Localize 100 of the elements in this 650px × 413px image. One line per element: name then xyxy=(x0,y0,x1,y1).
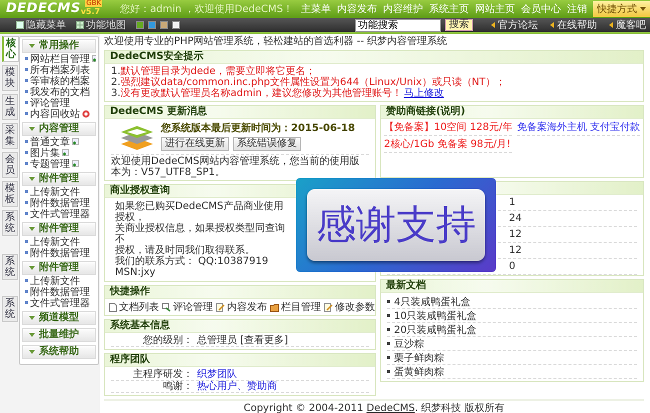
quick-link[interactable]: 栏目管理 xyxy=(270,300,321,314)
menu-item[interactable]: 所有档案列表 xyxy=(30,62,90,76)
add-icon[interactable] xyxy=(72,160,79,167)
greeting-text: 您好：admin ，欢迎使用DedeCMS！ xyxy=(120,2,293,16)
menu-group-header[interactable]: 附件管理 xyxy=(22,261,96,275)
quick-link[interactable]: 修改参数 xyxy=(324,300,375,314)
field-label: 鸣谢： xyxy=(162,381,193,392)
sidebar-tab[interactable]: 核心 xyxy=(2,36,19,62)
sidebar-tab[interactable]: 系统 xyxy=(2,254,18,280)
document-link[interactable]: 豆沙粽 xyxy=(394,336,424,350)
menu-item[interactable]: 上传新文件 xyxy=(30,234,80,248)
update-button[interactable]: 进行在线更新 xyxy=(161,137,229,151)
update-button[interactable]: 系统错误修复 xyxy=(233,137,301,151)
bullet-icon xyxy=(25,190,28,193)
document-link[interactable]: 蛋黄鲜肉粽 xyxy=(394,364,444,378)
edit-icon xyxy=(216,302,225,312)
search-field[interactable]: 功能搜索 xyxy=(355,18,441,32)
license-text: 如果您已购买DedeCMS产品商业使用授权， xyxy=(115,201,284,223)
bullet-icon xyxy=(25,101,28,104)
shortcut-dropdown[interactable]: 快捷方式 xyxy=(593,1,650,17)
security-tip: 2.强烈建议data/common.inc.php文件属性设置为644（Linux/Unix）或只读（NT）； xyxy=(111,77,506,88)
triangle-icon xyxy=(491,22,495,28)
security-tip: 3.没有更改默认管理员名称admin，建议您修改为其他管理账号！ 马上修改 xyxy=(111,88,445,99)
menu-group-header[interactable]: 内容管理 xyxy=(22,122,96,136)
team-link[interactable]: 热心用户、赞助商 xyxy=(197,381,277,392)
triangle-icon xyxy=(550,22,554,28)
bullet-icon xyxy=(25,140,28,143)
menu-item[interactable]: 图片集 xyxy=(30,146,60,160)
menu-group-header[interactable]: 附件管理 xyxy=(22,222,96,236)
bullet-icon xyxy=(25,201,28,204)
sidebar-tab[interactable]: 系统 xyxy=(2,210,18,236)
document-link[interactable]: 栗子鲜肉粽 xyxy=(394,350,444,364)
fix-link[interactable]: 马上修改 xyxy=(404,88,444,99)
theme-swatch[interactable] xyxy=(172,21,180,29)
theme-swatch[interactable] xyxy=(136,21,144,29)
theme-swatch[interactable] xyxy=(148,21,156,29)
menu-item[interactable]: 网站栏目管理 xyxy=(30,52,90,66)
sidebar-tab[interactable]: 模板 xyxy=(2,181,18,207)
menu-item[interactable]: 文件式管理器 xyxy=(30,206,90,220)
panel-title: 快捷操作 xyxy=(105,286,375,299)
stat-value: 12 xyxy=(509,228,523,242)
field-label: 您的级别： xyxy=(142,335,193,346)
sponsor-link[interactable]: 2核心/1Gb 免备案 98元/月! xyxy=(384,138,512,153)
bullet-icon xyxy=(25,279,28,282)
sponsor-link[interactable]: 免备案海外主机 支付宝付款 xyxy=(516,121,640,136)
theme-swatch[interactable] xyxy=(160,21,168,29)
menu-group-header[interactable]: 系统帮助 xyxy=(22,345,96,359)
sidebar-tab[interactable]: 会员 xyxy=(2,152,18,178)
map-link[interactable]: 功能地图 xyxy=(76,18,126,32)
menu-item[interactable]: 附件数据管理 xyxy=(30,284,90,298)
team-link[interactable]: 织梦团队 xyxy=(197,369,237,380)
quick-link[interactable]: 内容发布 xyxy=(216,300,267,314)
stat-value: 24 xyxy=(509,212,523,226)
menu-group-header[interactable]: 附件管理 xyxy=(22,172,96,186)
menu-item[interactable]: 内容回收站 xyxy=(30,106,80,120)
stat-value: 12 xyxy=(509,244,523,258)
bullet-icon xyxy=(25,68,28,71)
security-tip: 1.默认管理目录为dede，需要立即将它更名； xyxy=(111,66,317,77)
delete-icon[interactable] xyxy=(82,110,90,118)
update-date-text: 您系统版本最后更新时间为：2015-06-18 xyxy=(161,123,355,135)
document-link[interactable]: 20只装咸鸭蛋礼盒 xyxy=(394,322,477,336)
menu-item[interactable]: 附件数据管理 xyxy=(30,246,90,260)
sidebar-tab[interactable]: 生成 xyxy=(2,94,18,120)
bullet-icon xyxy=(25,290,28,293)
bullet-icon xyxy=(25,212,28,215)
sidebar-tab[interactable]: 采集 xyxy=(2,123,18,149)
menu-item[interactable]: 评论管理 xyxy=(30,96,70,110)
menu-item[interactable]: 我发布的文档 xyxy=(30,84,90,98)
folder-icon xyxy=(270,302,279,312)
top-link[interactable]: 官方论坛 xyxy=(491,18,538,32)
menu-group-header[interactable]: 频道模型 xyxy=(22,311,96,325)
top-link[interactable]: 魔客吧 xyxy=(609,18,646,32)
menu-item[interactable]: 附件数据管理 xyxy=(30,196,90,210)
menu-item[interactable]: 普通文章 xyxy=(30,134,70,148)
field-value: 总管理员 [查看更多] xyxy=(197,335,288,346)
menu-group-header[interactable]: 常用操作 xyxy=(22,39,96,53)
add-icon[interactable] xyxy=(62,149,69,156)
quick-link[interactable]: 评论管理 xyxy=(162,300,213,314)
sidebar-tab[interactable]: 系统 xyxy=(2,296,18,322)
menu-item[interactable]: 文件式管理器 xyxy=(30,296,90,310)
sidebar-tab[interactable]: 模块 xyxy=(2,65,18,91)
quick-link[interactable]: 文档列表 xyxy=(109,300,159,314)
document-link[interactable]: 10只装咸鸭蛋礼盒 xyxy=(394,308,477,322)
add-icon[interactable] xyxy=(92,55,96,62)
menu-item[interactable]: 上传新文件 xyxy=(30,274,80,288)
comment-icon xyxy=(162,302,171,312)
hide-menu-link[interactable]: 隐藏菜单 xyxy=(16,18,66,32)
menu-group-header[interactable]: 批量维护 xyxy=(22,328,96,342)
top-link[interactable]: 在线帮助 xyxy=(550,18,597,32)
bullet-icon xyxy=(387,328,390,331)
menu-item[interactable]: 等审核的档案 xyxy=(30,74,90,88)
search-button[interactable]: 搜索 xyxy=(445,19,473,31)
add-icon[interactable] xyxy=(72,138,79,145)
menu-item[interactable]: 专题管理 xyxy=(30,156,70,170)
window-icon xyxy=(16,21,24,29)
dedecms-link[interactable]: DedeCMS xyxy=(366,403,415,413)
bullet-icon xyxy=(387,370,390,373)
document-link[interactable]: 4只装咸鸭蛋礼盒 xyxy=(394,294,470,308)
menu-item[interactable]: 上传新文件 xyxy=(30,184,80,198)
sponsor-link[interactable]: 【免备案】10空间 128元/年 xyxy=(384,121,512,136)
